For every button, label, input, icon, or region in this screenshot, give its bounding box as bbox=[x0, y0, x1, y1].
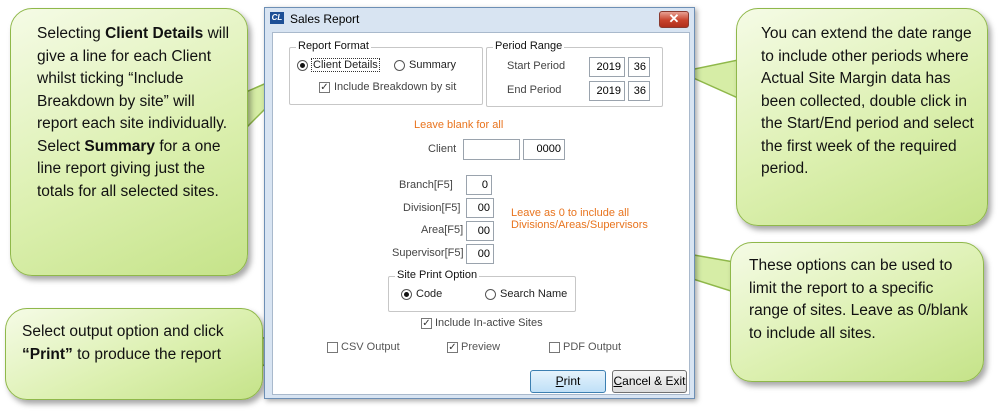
end-period-label: End Period bbox=[507, 84, 562, 96]
period-range-label: Period Range bbox=[493, 40, 565, 52]
search-name-radio[interactable] bbox=[485, 289, 496, 300]
client-code-field[interactable]: 0000 bbox=[523, 139, 565, 160]
leave-blank-hint: Leave blank for all bbox=[414, 119, 504, 131]
summary-label[interactable]: Summary bbox=[409, 59, 456, 71]
client-details-label[interactable]: Client Details bbox=[311, 58, 380, 72]
close-icon[interactable]: ✕ bbox=[659, 11, 689, 28]
division-field[interactable]: 00 bbox=[466, 198, 494, 218]
pdf-output-checkbox[interactable] bbox=[549, 342, 560, 353]
start-period-week-field[interactable]: 36 bbox=[628, 57, 650, 77]
output-tip-callout: Select output option and click “Print” t… bbox=[5, 308, 263, 400]
branch-field[interactable]: 0 bbox=[466, 175, 492, 195]
end-period-week-field[interactable]: 36 bbox=[628, 81, 650, 101]
include-breakdown-checkbox[interactable]: ✓ bbox=[319, 82, 330, 93]
include-inactive-label[interactable]: Include In-active Sites bbox=[435, 317, 543, 329]
search-name-label[interactable]: Search Name bbox=[500, 288, 567, 300]
site-print-option-group: Site Print Option Code Search Name bbox=[388, 269, 576, 312]
cancel-exit-button[interactable]: Cancel & Exit bbox=[612, 370, 687, 393]
site-print-option-label: Site Print Option bbox=[395, 269, 480, 281]
format-tip-bold-client-details: Client Details bbox=[105, 25, 204, 42]
include-breakdown-label[interactable]: Include Breakdown by sit bbox=[334, 81, 456, 93]
output-tip-text-1: Select output option and click bbox=[22, 323, 224, 340]
dialog-client-area: Report Format Client Details Summary ✓ I… bbox=[272, 32, 690, 395]
start-period-year-field[interactable]: 2019 bbox=[589, 57, 625, 77]
print-button[interactable]: Print bbox=[530, 370, 606, 393]
format-tip-bold-summary: Summary bbox=[84, 137, 156, 155]
client-details-radio[interactable] bbox=[297, 60, 308, 71]
output-tip-text-2: to produce the report bbox=[72, 345, 222, 363]
sales-report-dialog: CL Sales Report ✕ Report Format Client D… bbox=[264, 7, 695, 399]
format-tip-text-2: will give a line for each Client whilst … bbox=[37, 25, 230, 155]
preview-checkbox[interactable]: ✓ bbox=[447, 342, 458, 353]
client-label: Client bbox=[428, 143, 457, 155]
end-period-year-field[interactable]: 2019 bbox=[589, 81, 625, 101]
csv-output-checkbox[interactable] bbox=[327, 342, 338, 353]
area-field[interactable]: 00 bbox=[466, 221, 494, 241]
area-label: Area[F5] bbox=[421, 224, 464, 236]
app-logo-icon: CL bbox=[270, 12, 284, 24]
division-label: Division[F5] bbox=[403, 202, 461, 214]
window-title: Sales Report bbox=[290, 12, 360, 26]
supervisor-field[interactable]: 00 bbox=[466, 244, 494, 264]
client-field[interactable] bbox=[463, 139, 520, 160]
code-radio[interactable] bbox=[401, 289, 412, 300]
code-label[interactable]: Code bbox=[416, 288, 442, 300]
format-tip-text-1: Selecting bbox=[37, 25, 106, 42]
format-tip-callout: Selecting Client Details will give a lin… bbox=[10, 8, 248, 276]
pdf-output-label[interactable]: PDF Output bbox=[563, 341, 621, 353]
csv-output-label[interactable]: CSV Output bbox=[341, 341, 400, 353]
summary-radio[interactable] bbox=[394, 60, 405, 71]
preview-label[interactable]: Preview bbox=[461, 341, 500, 353]
leave-zero-hint-line1: Leave as 0 to include all bbox=[511, 207, 630, 219]
leave-zero-hint-line2: Divisions/Areas/Supervisors bbox=[511, 219, 648, 231]
supervisor-label: Supervisor[F5] bbox=[392, 247, 464, 259]
date-tip-text: You can extend the date range to include… bbox=[761, 25, 974, 177]
title-bar[interactable]: CL Sales Report ✕ bbox=[265, 8, 694, 30]
branch-label: Branch[F5] bbox=[399, 179, 453, 191]
period-range-group: Period Range Start Period 2019 36 End Pe… bbox=[486, 40, 663, 107]
date-tip-callout: You can extend the date range to include… bbox=[736, 8, 988, 226]
report-format-label: Report Format bbox=[296, 40, 371, 52]
report-format-group: Report Format Client Details Summary ✓ I… bbox=[289, 40, 483, 105]
include-inactive-checkbox[interactable]: ✓ bbox=[421, 318, 432, 329]
output-tip-bold-print: “Print” bbox=[22, 345, 73, 363]
filter-tip-callout: These options can be used to limit the r… bbox=[730, 242, 984, 382]
start-period-label: Start Period bbox=[507, 60, 566, 72]
filter-tip-text: These options can be used to limit the r… bbox=[749, 257, 968, 342]
